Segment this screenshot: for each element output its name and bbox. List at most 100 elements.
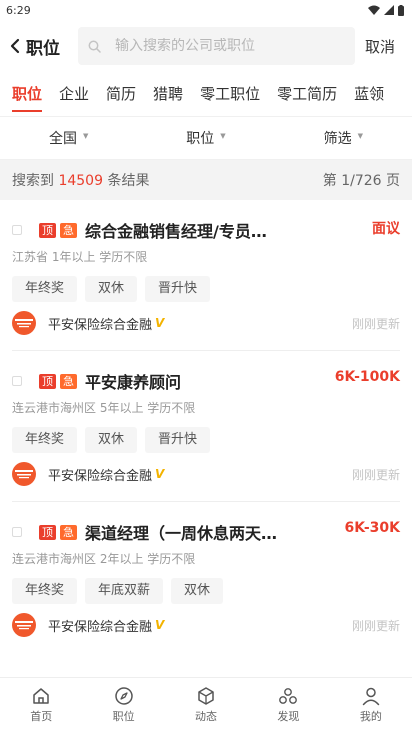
job-title-row: 顶 急 渠道经理（一周休息两天… 6K-30K — [12, 520, 400, 544]
job-title: 渠道经理（一周休息两天… — [85, 524, 278, 543]
search-icon — [88, 40, 101, 53]
company-row[interactable]: 平安保险综合金融 V 刚刚更新 — [12, 613, 400, 637]
nav-feed-label: 动态 — [195, 710, 218, 723]
job-salary: 6K-100K — [334, 369, 400, 385]
nav-home[interactable]: 首页 — [0, 678, 82, 732]
top-badge: 顶 — [39, 373, 56, 389]
caret-down-icon: ▼ — [82, 132, 89, 140]
verified-icon: V — [155, 618, 165, 632]
status-bar: 6:29 — [0, 0, 412, 20]
back-button[interactable]: 职位 — [10, 26, 78, 66]
update-time: 刚刚更新 — [351, 316, 400, 331]
job-tag: 年终奖 — [12, 276, 78, 302]
filter-position-label: 职位 — [186, 131, 215, 147]
nav-feed[interactable]: 动态 — [165, 678, 247, 732]
job-meta: 江苏省 1年以上 学历不限 — [12, 250, 148, 264]
person-icon — [362, 687, 380, 706]
job-tag: 双休 — [171, 578, 224, 604]
nav-home-label: 首页 — [30, 710, 53, 723]
category-tabs: 职位 企业 简历 猎聘 零工职位 零工简历 蓝领 — [0, 72, 412, 116]
result-prefix: 搜索到 — [12, 173, 54, 189]
job-list: 顶 急 综合金融销售经理/专员… 面议 江苏省 1年以上 学历不限 年终奖 双休… — [0, 200, 412, 653]
company-row[interactable]: 平安保险综合金融 V 刚刚更新 — [12, 311, 400, 335]
caret-down-icon: ▼ — [357, 132, 364, 140]
tab-companies[interactable]: 企业 — [59, 72, 89, 116]
job-card[interactable]: 顶 急 渠道经理（一周休息两天… 6K-30K 连云港市海州区 2年以上 学历不… — [12, 502, 400, 653]
job-tags: 年终奖 年底双薪 双休 — [12, 578, 231, 604]
job-tag: 年底双薪 — [85, 578, 164, 604]
filter-location-label: 全国 — [48, 131, 77, 147]
top-bar: 职位 取消 — [0, 20, 412, 72]
page-indicator: 第 1/726 页 — [322, 173, 400, 189]
job-tag: 双休 — [85, 427, 138, 453]
filter-location[interactable]: 全国 ▼ — [0, 128, 137, 148]
filter-position[interactable]: 职位 ▼ — [137, 128, 274, 148]
job-checkbox[interactable] — [12, 376, 22, 386]
status-time: 6:29 — [6, 3, 31, 17]
bottom-nav: 首页 职位 动态 发现 我的 — [0, 677, 412, 732]
job-tag: 晋升快 — [145, 276, 211, 302]
chevron-left-icon — [10, 38, 20, 54]
company-row[interactable]: 平安保险综合金融 V 刚刚更新 — [12, 462, 400, 486]
tab-gig-jobs[interactable]: 零工职位 — [200, 72, 260, 116]
result-count: 14509 — [58, 173, 103, 189]
tab-blue-collar[interactable]: 蓝领 — [354, 72, 384, 116]
tab-resumes[interactable]: 简历 — [106, 72, 136, 116]
company-logo — [12, 613, 36, 637]
tab-jobs[interactable]: 职位 — [12, 72, 43, 116]
company-name: 平安保险综合金融 — [48, 619, 153, 635]
wifi-icon — [368, 5, 380, 15]
cube-icon — [198, 687, 214, 705]
job-title: 平安康养顾问 — [85, 373, 182, 392]
search-input[interactable] — [115, 38, 335, 54]
filter-more[interactable]: 筛选 ▼ — [275, 128, 412, 148]
cancel-button[interactable]: 取消 — [365, 36, 395, 57]
result-suffix: 条结果 — [107, 173, 150, 189]
compass-icon — [114, 687, 133, 705]
nav-discover[interactable]: 发现 — [247, 678, 329, 732]
nav-jobs[interactable]: 职位 — [82, 678, 164, 732]
tab-gig-resumes[interactable]: 零工简历 — [277, 72, 337, 116]
job-title-row: 顶 急 平安康养顾问 6K-100K — [12, 369, 400, 393]
job-checkbox[interactable] — [12, 527, 22, 537]
job-tag: 晋升快 — [145, 427, 211, 453]
urgent-badge: 急 — [60, 222, 77, 238]
job-tag: 年终奖 — [12, 578, 78, 604]
job-tags: 年终奖 双休 晋升快 — [12, 276, 218, 302]
urgent-badge: 急 — [60, 524, 77, 540]
tab-headhunting[interactable]: 猎聘 — [153, 72, 183, 116]
update-time: 刚刚更新 — [351, 618, 400, 633]
caret-down-icon: ▼ — [220, 132, 226, 140]
discover-icon — [279, 688, 298, 704]
job-meta: 连云港市海州区 5年以上 学历不限 — [12, 401, 196, 415]
company-name: 平安保险综合金融 — [48, 317, 153, 333]
home-icon — [33, 688, 49, 704]
search-box[interactable] — [78, 27, 355, 65]
job-tag: 年终奖 — [12, 427, 78, 453]
result-count-text: 搜索到 14509 条结果 — [12, 170, 149, 190]
nav-discover-label: 发现 — [277, 710, 300, 723]
job-tags: 年终奖 双休 晋升快 — [12, 427, 218, 453]
battery-icon — [398, 4, 404, 16]
status-icons — [368, 4, 404, 16]
back-label: 职位 — [26, 38, 60, 59]
filter-more-label: 筛选 — [323, 131, 352, 147]
company-name: 平安保险综合金融 — [48, 468, 153, 484]
nav-profile[interactable]: 我的 — [330, 678, 412, 732]
job-checkbox[interactable] — [12, 225, 22, 235]
top-badge: 顶 — [39, 222, 56, 238]
job-salary: 6K-30K — [344, 520, 400, 536]
job-card[interactable]: 顶 急 综合金融销售经理/专员… 面议 江苏省 1年以上 学历不限 年终奖 双休… — [12, 200, 400, 351]
urgent-badge: 急 — [60, 373, 77, 389]
company-logo — [12, 311, 36, 335]
update-time: 刚刚更新 — [351, 467, 400, 482]
job-title: 综合金融销售经理/专员… — [85, 222, 267, 241]
top-badge: 顶 — [39, 524, 56, 540]
job-card[interactable]: 顶 急 平安康养顾问 6K-100K 连云港市海州区 5年以上 学历不限 年终奖… — [12, 351, 400, 502]
job-meta: 连云港市海州区 2年以上 学历不限 — [12, 552, 196, 566]
verified-icon: V — [155, 316, 165, 330]
result-summary: 搜索到 14509 条结果 第 1/726 页 — [0, 160, 412, 200]
job-tag: 双休 — [85, 276, 138, 302]
job-title-row: 顶 急 综合金融销售经理/专员… 面议 — [12, 218, 400, 242]
signal-icon — [384, 5, 394, 15]
